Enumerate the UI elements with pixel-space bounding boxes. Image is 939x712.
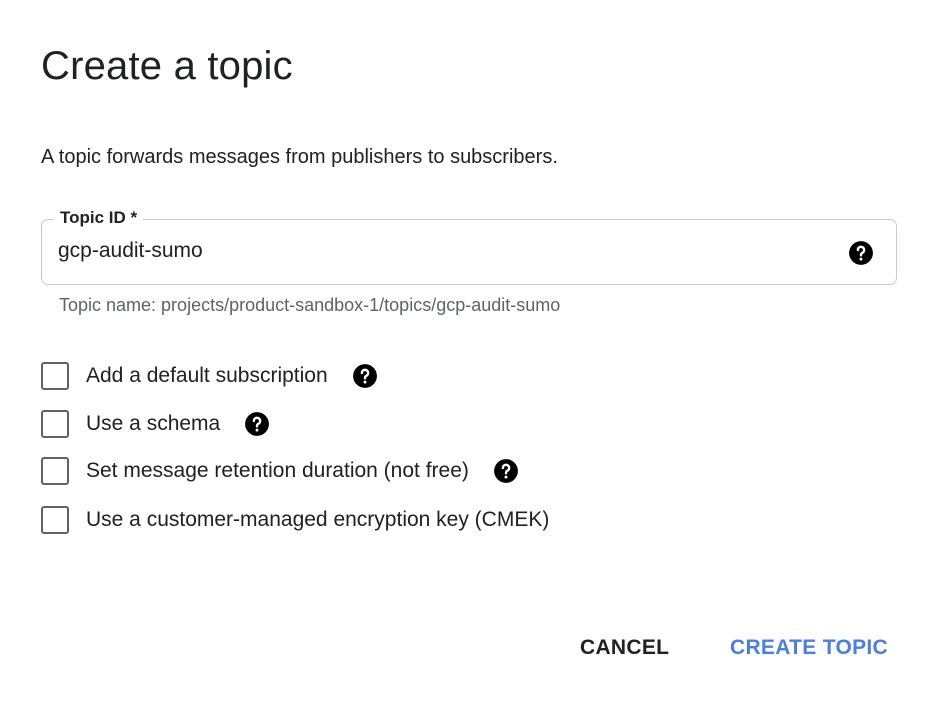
topic-id-label: Topic ID * (54, 206, 144, 230)
option-label[interactable]: Use a customer-managed encryption key (C… (86, 508, 549, 532)
topic-name-helper-text: Topic name: projects/product-sandbox-1/t… (59, 295, 561, 315)
help-circle-icon[interactable] (848, 240, 874, 266)
help-circle-icon[interactable] (352, 363, 378, 389)
option-message-retention[interactable]: Set message retention duration (not free… (41, 456, 519, 486)
default-subscription-checkbox[interactable] (41, 362, 69, 390)
option-default-subscription[interactable]: Add a default subscription (41, 361, 378, 391)
topic-id-field[interactable]: Topic ID * gcp-audit-sumo (41, 206, 897, 285)
option-label[interactable]: Add a default subscription (86, 364, 328, 388)
create-topic-button[interactable]: CREATE TOPIC (730, 636, 888, 660)
option-label[interactable]: Set message retention duration (not free… (86, 459, 469, 483)
use-schema-checkbox[interactable] (41, 410, 69, 438)
topic-id-input[interactable]: gcp-audit-sumo (58, 239, 203, 263)
option-label[interactable]: Use a schema (86, 412, 220, 436)
cmek-checkbox[interactable] (41, 506, 69, 534)
message-retention-checkbox[interactable] (41, 457, 69, 485)
cancel-button[interactable]: CANCEL (580, 636, 669, 660)
option-use-schema[interactable]: Use a schema (41, 409, 270, 439)
create-topic-dialog: Create a topic A topic forwards messages… (0, 0, 939, 712)
option-cmek[interactable]: Use a customer-managed encryption key (C… (41, 505, 549, 535)
dialog-description: A topic forwards messages from publisher… (41, 146, 558, 168)
dialog-title: Create a topic (41, 44, 293, 88)
help-circle-icon[interactable] (493, 458, 519, 484)
help-circle-icon[interactable] (244, 411, 270, 437)
